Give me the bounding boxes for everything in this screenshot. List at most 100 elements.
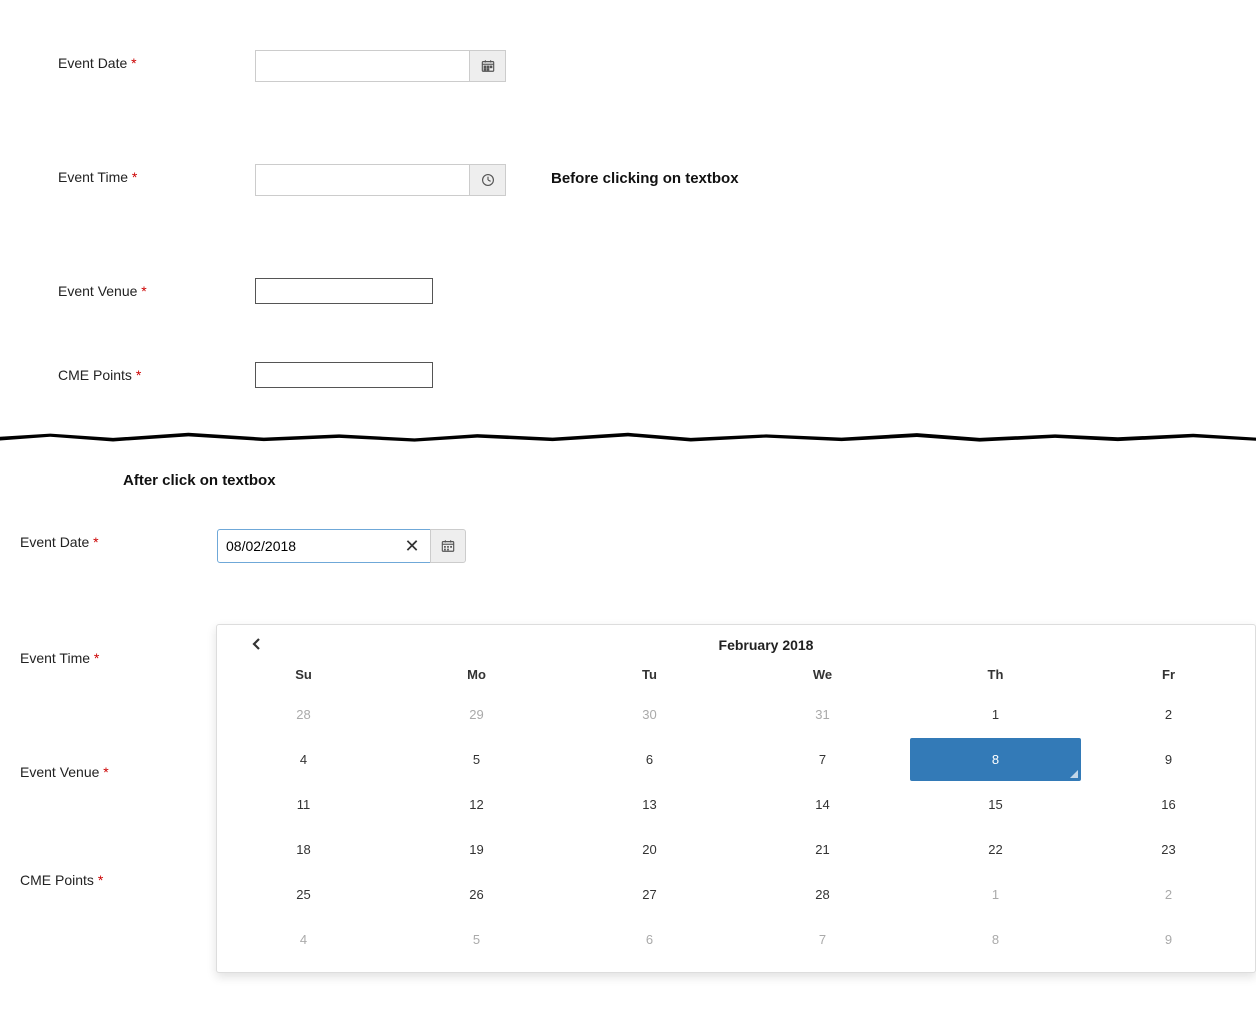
datepicker-day[interactable]: 13 — [564, 783, 735, 826]
close-icon: ✕ — [404, 537, 419, 555]
label-event-date: Event Date * — [58, 50, 255, 74]
datepicker-dow: Tu — [563, 659, 736, 692]
datepicker-day[interactable]: 28 — [737, 873, 908, 916]
datepicker-day[interactable]: 21 — [737, 828, 908, 871]
datepicker-day[interactable]: 6 — [564, 918, 735, 961]
datepicker-day[interactable]: 8 — [910, 738, 1081, 781]
datepicker-day[interactable]: 23 — [1083, 828, 1254, 871]
label-event-date: Event Date * — [20, 529, 217, 553]
datepicker-week-row: 181920212223 — [217, 827, 1255, 872]
section-before-click: Event Date * Event Time * Before clickin… — [0, 0, 1256, 428]
datepicker-week-row: 456789 — [217, 917, 1255, 962]
datepicker-week-row: 2526272812 — [217, 872, 1255, 917]
event-time-input[interactable] — [255, 164, 470, 196]
annotation-before: Before clicking on textbox — [551, 170, 739, 187]
required-marker: * — [94, 650, 99, 666]
chevron-left-icon — [252, 638, 262, 650]
datepicker-day[interactable]: 7 — [737, 918, 908, 961]
datepicker-prev-button[interactable] — [227, 637, 287, 653]
label-event-venue: Event Venue * — [20, 759, 217, 783]
required-marker: * — [103, 764, 108, 780]
datepicker-day[interactable]: 7 — [737, 738, 908, 781]
label-text: Event Time — [58, 169, 128, 185]
event-date-input-group: ✕ — [217, 529, 466, 563]
datepicker-day[interactable]: 20 — [564, 828, 735, 871]
required-marker: * — [131, 55, 136, 71]
datepicker-dow-row: SuMoTuWeThFr — [217, 659, 1255, 692]
datepicker-day[interactable]: 5 — [391, 918, 562, 961]
label-event-time: Event Time * — [20, 645, 217, 669]
row-event-time: Event Time * Before clicking on textbox — [58, 164, 1198, 196]
section-after-click: After click on textbox Event Date * ✕ Ev… — [0, 444, 1256, 943]
datepicker-day[interactable]: 11 — [218, 783, 389, 826]
datepicker-dow: Fr — [1082, 659, 1255, 692]
datepicker-day[interactable]: 16 — [1083, 783, 1254, 826]
calendar-icon — [481, 59, 495, 73]
datepicker-day[interactable]: 26 — [391, 873, 562, 916]
event-date-input[interactable] — [255, 50, 470, 82]
datepicker-body: 2829303112456789111213141516181920212223… — [217, 692, 1255, 962]
datepicker-title[interactable]: February 2018 — [287, 637, 1245, 653]
label-text: Event Venue — [20, 764, 99, 780]
label-event-venue: Event Venue * — [58, 278, 255, 302]
label-text: Event Venue — [58, 283, 137, 299]
calendar-button[interactable] — [470, 50, 506, 82]
datepicker-day[interactable]: 28 — [218, 693, 389, 736]
datepicker-day[interactable]: 15 — [910, 783, 1081, 826]
cme-points-input[interactable] — [255, 362, 433, 388]
required-marker: * — [141, 283, 146, 299]
event-date-input[interactable] — [217, 529, 432, 563]
datepicker-day[interactable]: 9 — [1083, 738, 1254, 781]
required-marker: * — [136, 367, 141, 383]
clear-button[interactable]: ✕ — [404, 538, 420, 554]
datepicker-week-row: 2829303112 — [217, 692, 1255, 737]
datepicker-dow: Th — [909, 659, 1082, 692]
datepicker-day[interactable]: 22 — [910, 828, 1081, 871]
datepicker-day[interactable]: 1 — [910, 873, 1081, 916]
datepicker-day[interactable]: 4 — [218, 738, 389, 781]
calendar-button[interactable] — [430, 529, 466, 563]
datepicker-day[interactable]: 2 — [1083, 693, 1254, 736]
datepicker-day[interactable]: 19 — [391, 828, 562, 871]
label-text: Event Date — [20, 534, 89, 550]
datepicker-day[interactable]: 30 — [564, 693, 735, 736]
required-marker: * — [98, 872, 103, 888]
calendar-icon — [441, 539, 455, 553]
row-event-date: Event Date * — [58, 50, 1198, 82]
row-event-date-after: Event Date * ✕ — [20, 529, 1236, 563]
label-text: Event Date — [58, 55, 127, 71]
event-date-input-group — [255, 50, 506, 82]
datepicker-header: February 2018 — [217, 633, 1255, 659]
label-text: Event Time — [20, 650, 90, 666]
label-event-time: Event Time * — [58, 164, 255, 188]
datepicker-day[interactable]: 8 — [910, 918, 1081, 961]
datepicker-day[interactable]: 12 — [391, 783, 562, 826]
required-marker: * — [93, 534, 98, 550]
datepicker-day[interactable]: 18 — [218, 828, 389, 871]
datepicker-day[interactable]: 4 — [218, 918, 389, 961]
datepicker-day[interactable]: 5 — [391, 738, 562, 781]
datepicker-day[interactable]: 6 — [564, 738, 735, 781]
label-text: CME Points — [58, 367, 132, 383]
datepicker-dow: Su — [217, 659, 390, 692]
clock-icon — [481, 173, 495, 187]
datepicker-week-row: 111213141516 — [217, 782, 1255, 827]
clock-button[interactable] — [470, 164, 506, 196]
datepicker-day[interactable]: 14 — [737, 783, 908, 826]
datepicker-week-row: 456789 — [217, 737, 1255, 782]
datepicker-day[interactable]: 31 — [737, 693, 908, 736]
datepicker-day[interactable]: 29 — [391, 693, 562, 736]
label-cme-points: CME Points * — [20, 867, 217, 891]
datepicker-day[interactable]: 2 — [1083, 873, 1254, 916]
event-venue-input[interactable] — [255, 278, 433, 304]
required-marker: * — [132, 169, 137, 185]
datepicker-day[interactable]: 27 — [564, 873, 735, 916]
label-text: CME Points — [20, 872, 94, 888]
datepicker-popup: February 2018 SuMoTuWeThFr 2829303112456… — [216, 624, 1256, 973]
datepicker-day[interactable]: 25 — [218, 873, 389, 916]
datepicker-day[interactable]: 1 — [910, 693, 1081, 736]
annotation-after: After click on textbox — [123, 472, 1236, 489]
datepicker-dow: We — [736, 659, 909, 692]
row-cme-points: CME Points * — [58, 362, 1198, 388]
datepicker-day[interactable]: 9 — [1083, 918, 1254, 961]
